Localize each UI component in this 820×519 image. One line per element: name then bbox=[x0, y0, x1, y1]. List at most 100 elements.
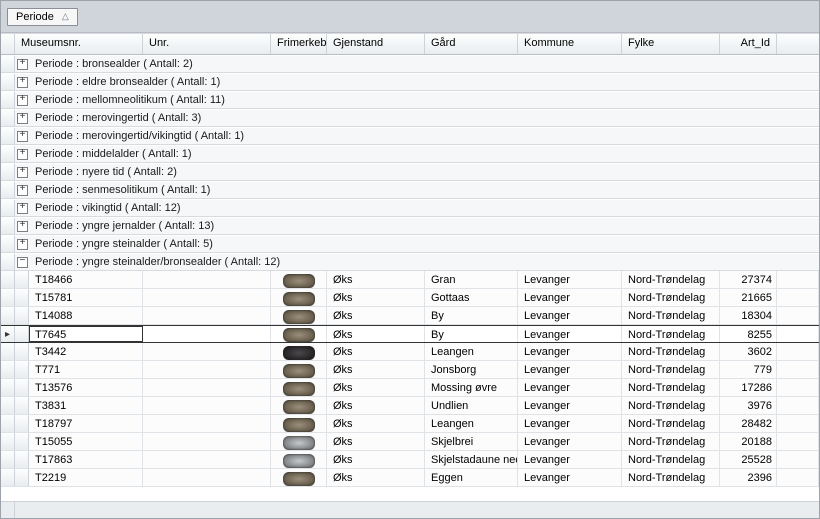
cell-artid[interactable]: 17286 bbox=[720, 379, 777, 396]
cell-gard[interactable]: Eggen bbox=[425, 469, 518, 486]
cell-gard[interactable]: Undlien bbox=[425, 397, 518, 414]
column-header-kommune[interactable]: Kommune bbox=[518, 34, 622, 54]
cell-thumbnail[interactable] bbox=[271, 415, 327, 432]
group-by-area[interactable]: Periode △ bbox=[1, 1, 819, 33]
cell-fylke[interactable]: Nord-Trøndelag bbox=[622, 307, 720, 324]
cell-unr[interactable] bbox=[143, 343, 271, 360]
cell-unr[interactable] bbox=[143, 289, 271, 306]
cell-museum[interactable]: T14088 bbox=[29, 307, 143, 324]
cell-fylke[interactable]: Nord-Trøndelag bbox=[622, 343, 720, 360]
collapse-icon[interactable]: − bbox=[17, 257, 28, 268]
cell-unr[interactable] bbox=[143, 326, 271, 342]
expand-icon[interactable]: + bbox=[17, 131, 28, 142]
expand-icon[interactable]: + bbox=[17, 185, 28, 196]
table-row[interactable]: T2219ØksEggenLevangerNord-Trøndelag2396 bbox=[1, 469, 819, 487]
table-row[interactable]: T3831ØksUndlienLevangerNord-Trøndelag397… bbox=[1, 397, 819, 415]
cell-thumbnail[interactable] bbox=[271, 397, 327, 414]
cell-gjenstand[interactable]: Øks bbox=[327, 361, 425, 378]
horizontal-scrollbar[interactable] bbox=[1, 501, 819, 518]
cell-artid[interactable]: 2396 bbox=[720, 469, 777, 486]
cell-gjenstand[interactable]: Øks bbox=[327, 397, 425, 414]
cell-unr[interactable] bbox=[143, 433, 271, 450]
cell-kommune[interactable]: Levanger bbox=[518, 379, 622, 396]
group-row[interactable]: +Periode : mellomneolitikum ( Antall: 11… bbox=[1, 91, 819, 109]
expand-icon[interactable]: + bbox=[17, 113, 28, 124]
cell-kommune[interactable]: Levanger bbox=[518, 326, 622, 342]
expand-icon[interactable]: + bbox=[17, 59, 28, 70]
table-row[interactable]: T15055ØksSkjelbreiLevangerNord-Trøndelag… bbox=[1, 433, 819, 451]
cell-fylke[interactable]: Nord-Trøndelag bbox=[622, 361, 720, 378]
cell-kommune[interactable]: Levanger bbox=[518, 271, 622, 288]
table-row[interactable]: T18797ØksLeangenLevangerNord-Trøndelag28… bbox=[1, 415, 819, 433]
cell-thumbnail[interactable] bbox=[271, 307, 327, 324]
cell-kommune[interactable]: Levanger bbox=[518, 307, 622, 324]
cell-gard[interactable]: By bbox=[425, 326, 518, 342]
cell-museum[interactable]: T3831 bbox=[29, 397, 143, 414]
cell-thumbnail[interactable] bbox=[271, 451, 327, 468]
cell-unr[interactable] bbox=[143, 397, 271, 414]
expand-icon[interactable]: + bbox=[17, 203, 28, 214]
grid-body[interactable]: +Periode : bronsealder ( Antall: 2)+Peri… bbox=[1, 55, 819, 501]
group-row[interactable]: −Periode : yngre steinalder/bronsealder … bbox=[1, 253, 819, 271]
group-row[interactable]: +Periode : eldre bronsealder ( Antall: 1… bbox=[1, 73, 819, 91]
cell-kommune[interactable]: Levanger bbox=[518, 451, 622, 468]
column-header-unr[interactable]: Unr. bbox=[143, 34, 271, 54]
cell-unr[interactable] bbox=[143, 307, 271, 324]
cell-kommune[interactable]: Levanger bbox=[518, 397, 622, 414]
cell-artid[interactable]: 779 bbox=[720, 361, 777, 378]
cell-artid[interactable]: 21665 bbox=[720, 289, 777, 306]
cell-gjenstand[interactable]: Øks bbox=[327, 326, 425, 342]
cell-fylke[interactable]: Nord-Trøndelag bbox=[622, 415, 720, 432]
table-row[interactable]: T18466ØksGranLevangerNord-Trøndelag27374 bbox=[1, 271, 819, 289]
cell-kommune[interactable]: Levanger bbox=[518, 361, 622, 378]
cell-museum[interactable]: T18797 bbox=[29, 415, 143, 432]
table-row[interactable]: T14088 ØksByLevangerNord-Trøndelag18304 bbox=[1, 307, 819, 325]
cell-fylke[interactable]: Nord-Trøndelag bbox=[622, 271, 720, 288]
cell-unr[interactable] bbox=[143, 451, 271, 468]
cell-kommune[interactable]: Levanger bbox=[518, 343, 622, 360]
cell-gjenstand[interactable]: Øks bbox=[327, 415, 425, 432]
cell-fylke[interactable]: Nord-Trøndelag bbox=[622, 326, 720, 342]
cell-gard[interactable]: By bbox=[425, 307, 518, 324]
group-row[interactable]: +Periode : yngre jernalder ( Antall: 13) bbox=[1, 217, 819, 235]
column-header-frimerkebilde[interactable]: Frimerkebilde bbox=[271, 34, 327, 54]
cell-gjenstand[interactable]: Øks bbox=[327, 307, 425, 324]
cell-thumbnail[interactable] bbox=[271, 433, 327, 450]
cell-gard[interactable]: Gran bbox=[425, 271, 518, 288]
cell-gjenstand[interactable]: Øks bbox=[327, 379, 425, 396]
column-header-artid[interactable]: Art_Id bbox=[720, 34, 777, 54]
group-row[interactable]: +Periode : nyere tid ( Antall: 2) bbox=[1, 163, 819, 181]
cell-fylke[interactable]: Nord-Trøndelag bbox=[622, 379, 720, 396]
cell-unr[interactable] bbox=[143, 415, 271, 432]
cell-unr[interactable] bbox=[143, 271, 271, 288]
cell-museum[interactable]: T13576 bbox=[29, 379, 143, 396]
cell-gard[interactable]: Skjelbrei bbox=[425, 433, 518, 450]
cell-fylke[interactable]: Nord-Trøndelag bbox=[622, 451, 720, 468]
cell-thumbnail[interactable] bbox=[271, 289, 327, 306]
table-row[interactable]: T13576ØksMossing øvreLevangerNord-Trønde… bbox=[1, 379, 819, 397]
column-header-fylke[interactable]: Fylke bbox=[622, 34, 720, 54]
expand-icon[interactable]: + bbox=[17, 239, 28, 250]
expand-icon[interactable]: + bbox=[17, 77, 28, 88]
cell-gard[interactable]: Leangen bbox=[425, 343, 518, 360]
column-header-gjenstand[interactable]: Gjenstand bbox=[327, 34, 425, 54]
cell-gjenstand[interactable]: Øks bbox=[327, 469, 425, 486]
cell-gjenstand[interactable]: Øks bbox=[327, 451, 425, 468]
cell-kommune[interactable]: Levanger bbox=[518, 469, 622, 486]
cell-artid[interactable]: 18304 bbox=[720, 307, 777, 324]
cell-fylke[interactable]: Nord-Trøndelag bbox=[622, 289, 720, 306]
cell-gjenstand[interactable]: Øks bbox=[327, 289, 425, 306]
group-row[interactable]: +Periode : middelalder ( Antall: 1) bbox=[1, 145, 819, 163]
cell-thumbnail[interactable] bbox=[271, 469, 327, 486]
cell-gjenstand[interactable]: Øks bbox=[327, 271, 425, 288]
cell-museum[interactable]: T2219 bbox=[29, 469, 143, 486]
table-row[interactable]: T17863ØksSkjelstadaune nedreLevangerNord… bbox=[1, 451, 819, 469]
cell-gjenstand[interactable]: Øks bbox=[327, 433, 425, 450]
cell-gjenstand[interactable]: Øks bbox=[327, 343, 425, 360]
cell-thumbnail[interactable] bbox=[271, 271, 327, 288]
expand-icon[interactable]: + bbox=[17, 95, 28, 106]
cell-fylke[interactable]: Nord-Trøndelag bbox=[622, 433, 720, 450]
expand-icon[interactable]: + bbox=[17, 167, 28, 178]
group-row[interactable]: +Periode : bronsealder ( Antall: 2) bbox=[1, 55, 819, 73]
cell-artid[interactable]: 8255 bbox=[720, 326, 777, 342]
